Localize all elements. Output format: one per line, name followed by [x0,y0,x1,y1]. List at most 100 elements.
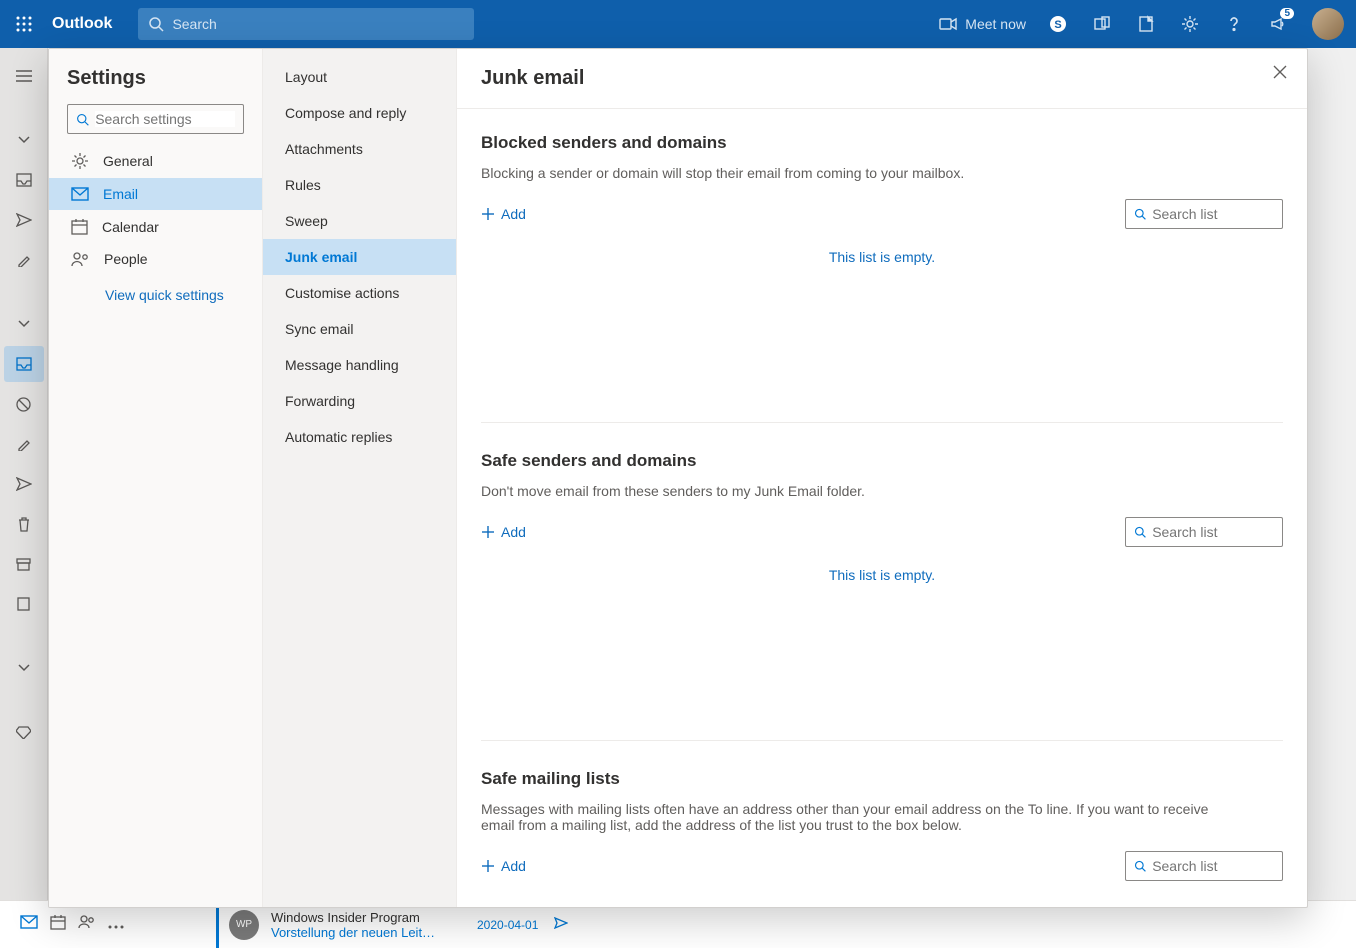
settings-title: Settings [49,67,262,104]
subnav-message-handling[interactable]: Message handling [263,347,456,383]
blocked-search[interactable] [1125,199,1283,229]
settings-search-input[interactable] [95,111,235,127]
help-button[interactable] [1212,0,1256,48]
people-icon [71,252,90,267]
subnav-forwarding[interactable]: Forwarding [263,383,456,419]
section-safe: Safe senders and domains Don't move emai… [481,451,1283,741]
search-icon [76,112,89,127]
subnav-junk-email[interactable]: Junk email [263,239,456,275]
global-search-input[interactable] [172,16,464,32]
category-label: People [104,251,148,267]
svg-text:S: S [1054,19,1061,31]
mail-list-row[interactable]: WP Windows Insider Program Vorstellung d… [216,901,1356,948]
category-calendar[interactable]: Calendar [49,210,262,243]
search-icon [1134,859,1146,873]
teams-icon [1093,15,1111,33]
subnav-sweep[interactable]: Sweep [263,203,456,239]
settings-content-pane: Junk email Blocked senders and domains B… [457,49,1307,907]
search-icon [1134,525,1146,539]
add-mailing-button[interactable]: Add [481,858,526,874]
add-safe-button[interactable]: Add [481,524,526,540]
notes-button[interactable] [1124,0,1168,48]
mail-date: 2020-04-01 [477,918,538,932]
app-launcher-button[interactable] [0,0,48,48]
global-search[interactable] [138,8,474,40]
nav-people[interactable] [78,915,96,934]
mail-flag-icon [554,916,568,934]
more-icon [108,925,124,929]
nav-calendar[interactable] [50,914,66,935]
safe-search[interactable] [1125,517,1283,547]
subnav-rules[interactable]: Rules [263,167,456,203]
skype-icon: S [1049,15,1067,33]
nav-more[interactable] [108,916,124,934]
category-label: General [103,153,153,169]
settings-button[interactable] [1168,0,1212,48]
app-topbar: Outlook Meet now S 5 [0,0,1356,48]
subnav-compose[interactable]: Compose and reply [263,95,456,131]
close-button[interactable] [1273,65,1287,84]
subnav-customise-actions[interactable]: Customise actions [263,275,456,311]
mailing-search[interactable] [1125,851,1283,881]
quick-settings-link[interactable]: View quick settings [49,275,262,303]
subnav-sync-email[interactable]: Sync email [263,311,456,347]
plus-icon [481,859,495,873]
category-email[interactable]: Email [49,178,262,210]
section-blocked: Blocked senders and domains Blocking a s… [481,133,1283,423]
settings-subnav-pane: Layout Compose and reply Attachments Rul… [263,49,457,907]
category-general[interactable]: General [49,144,262,178]
meet-now-button[interactable]: Meet now [929,16,1036,32]
meet-now-label: Meet now [965,16,1026,32]
section-title: Safe mailing lists [481,769,1283,789]
safe-search-input[interactable] [1152,524,1274,540]
gear-icon [1181,15,1199,33]
settings-categories-pane: Settings General Email Calendar People V… [49,49,263,907]
calendar-icon [50,914,66,930]
skype-button[interactable]: S [1036,0,1080,48]
subnav-layout[interactable]: Layout [263,59,456,95]
add-label: Add [501,858,526,874]
close-icon [1273,65,1287,79]
people-icon [78,915,96,929]
user-avatar[interactable] [1312,8,1344,40]
mailing-search-input[interactable] [1152,858,1274,874]
add-label: Add [501,206,526,222]
teams-button[interactable] [1080,0,1124,48]
category-people[interactable]: People [49,243,262,275]
video-icon [939,17,957,31]
settings-search[interactable] [67,104,244,134]
blocked-search-input[interactable] [1152,206,1274,222]
section-title: Blocked senders and domains [481,133,1283,153]
section-description: Don't move email from these senders to m… [481,483,1241,499]
category-label: Calendar [102,219,159,235]
subnav-automatic-replies[interactable]: Automatic replies [263,419,456,455]
search-icon [148,16,164,32]
section-description: Blocking a sender or domain will stop th… [481,165,1241,181]
subnav-attachments[interactable]: Attachments [263,131,456,167]
category-label: Email [103,186,138,202]
whatsnew-badge: 5 [1280,8,1294,19]
sender-avatar: WP [229,910,259,940]
add-blocked-button[interactable]: Add [481,206,526,222]
whatsnew-button[interactable]: 5 [1256,0,1300,48]
section-mailing: Safe mailing lists Messages with mailing… [481,769,1283,907]
nav-mail[interactable] [20,915,38,934]
add-label: Add [501,524,526,540]
mail-icon [20,915,38,929]
send-icon [554,917,568,929]
section-title: Safe senders and domains [481,451,1283,471]
waffle-icon [16,16,32,32]
settings-modal: Settings General Email Calendar People V… [48,48,1308,908]
plus-icon [481,207,495,221]
question-icon [1225,15,1243,33]
notes-icon [1137,15,1155,33]
calendar-icon [71,218,88,235]
plus-icon [481,525,495,539]
mail-from: Windows Insider Program [271,910,435,925]
safe-empty-text: This list is empty. [481,567,1283,583]
blocked-empty-text: This list is empty. [481,249,1283,265]
mail-subject: Vorstellung der neuen Leit… [271,925,435,940]
app-brand: Outlook [48,15,128,33]
mail-icon [71,187,89,201]
search-icon [1134,207,1146,221]
